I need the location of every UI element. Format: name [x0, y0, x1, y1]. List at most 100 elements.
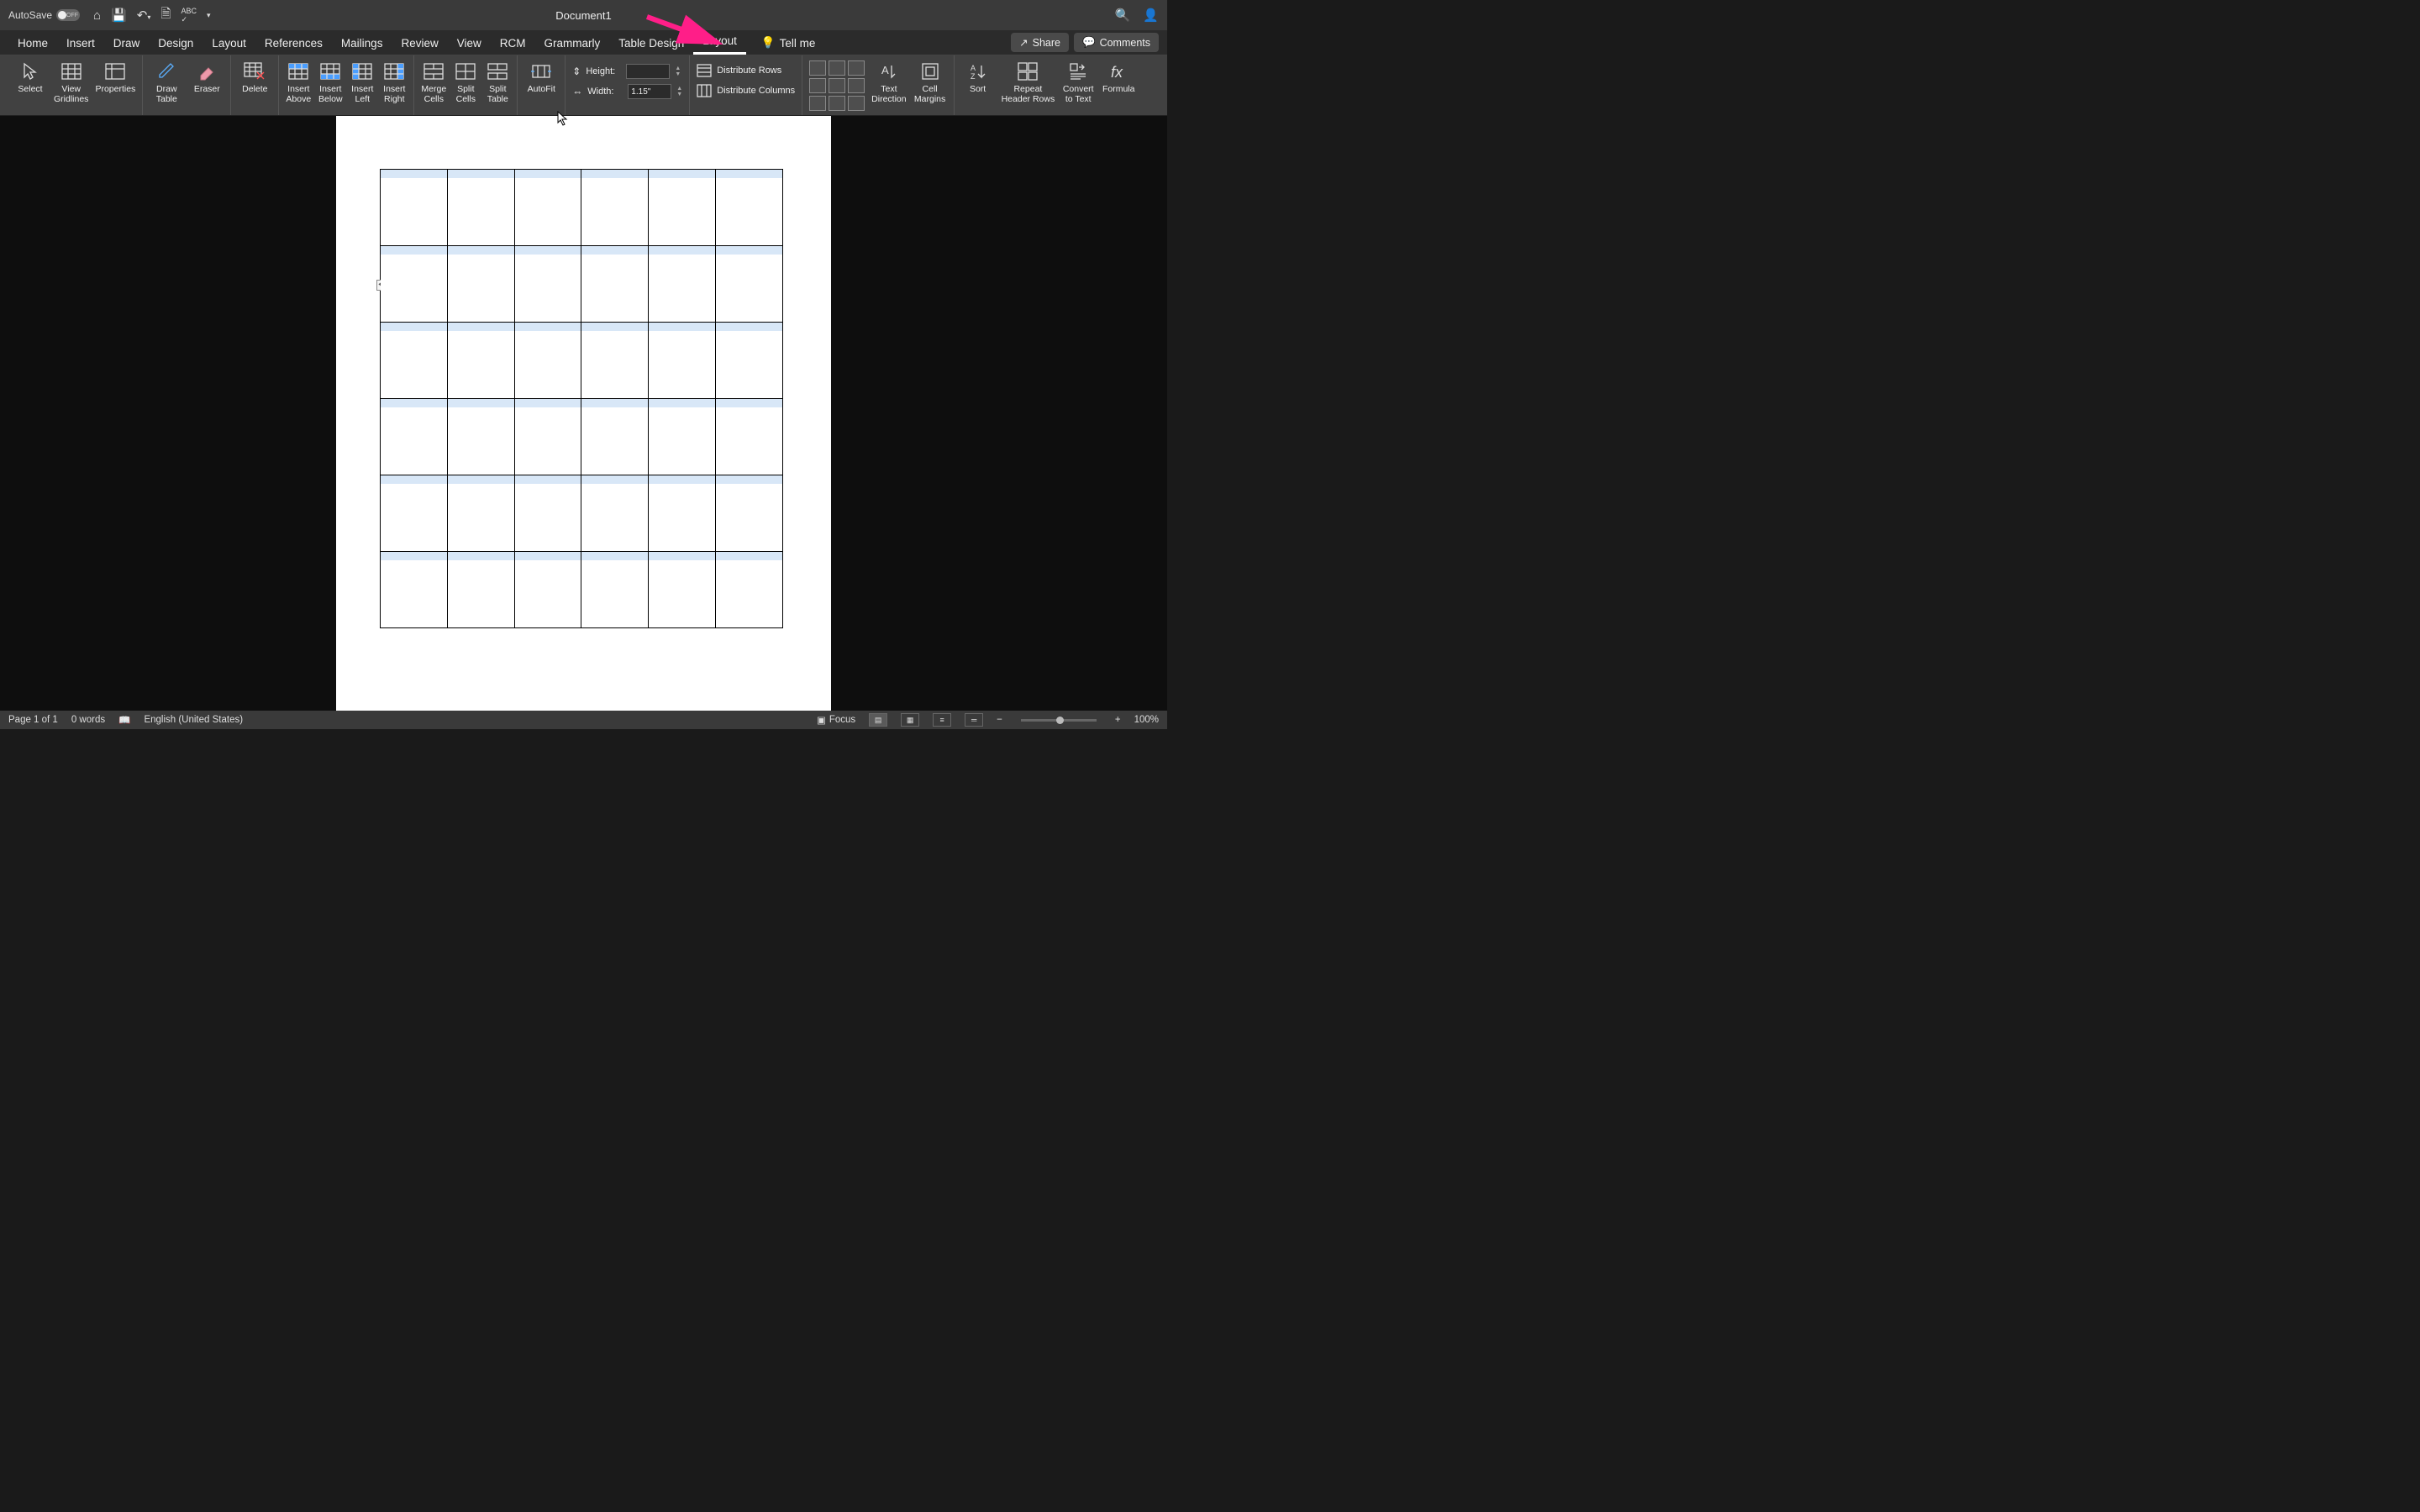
- toggle-off-icon[interactable]: OFF: [56, 9, 80, 21]
- table-cell[interactable]: [514, 170, 581, 246]
- zoom-in-button[interactable]: +: [1115, 715, 1121, 725]
- tab-table-layout[interactable]: Layout: [693, 29, 746, 55]
- table-cell[interactable]: [716, 399, 783, 475]
- view-gridlines-button[interactable]: View Gridlines: [54, 60, 88, 104]
- comments-button[interactable]: 💬 Comments: [1074, 33, 1159, 52]
- table-cell[interactable]: [649, 475, 716, 552]
- new-doc-icon[interactable]: 🗎: [160, 5, 171, 26]
- table-cell[interactable]: [381, 170, 448, 246]
- table-row[interactable]: [381, 246, 783, 323]
- insert-above-button[interactable]: Insert Above: [286, 60, 311, 104]
- tell-me[interactable]: 💡 Tell me: [753, 31, 824, 55]
- tab-layout[interactable]: Layout: [203, 32, 255, 55]
- account-icon[interactable]: 👤: [1143, 8, 1159, 23]
- tab-grammarly[interactable]: Grammarly: [535, 32, 610, 55]
- align-top-left-icon[interactable]: [809, 60, 826, 76]
- table-cell[interactable]: [581, 552, 649, 628]
- page-count[interactable]: Page 1 of 1: [8, 715, 58, 725]
- distribute-columns-button[interactable]: Distribute Columns: [697, 84, 795, 97]
- table-cell[interactable]: [649, 246, 716, 323]
- table-cell[interactable]: [447, 552, 514, 628]
- table-cell[interactable]: [447, 323, 514, 399]
- align-bottom-center-icon[interactable]: [829, 96, 845, 111]
- table-cell[interactable]: [381, 399, 448, 475]
- table-cell[interactable]: [716, 552, 783, 628]
- tab-review[interactable]: Review: [392, 32, 447, 55]
- table-cell[interactable]: [716, 170, 783, 246]
- zoom-out-button[interactable]: −: [997, 715, 1002, 725]
- table-cell[interactable]: [514, 552, 581, 628]
- share-button[interactable]: ↗ Share: [1011, 33, 1069, 52]
- table-cell[interactable]: [649, 552, 716, 628]
- table-cell[interactable]: [649, 399, 716, 475]
- table-row[interactable]: [381, 399, 783, 475]
- undo-icon[interactable]: ↶▾: [137, 8, 151, 23]
- cell-margins-button[interactable]: Cell Margins: [913, 60, 947, 104]
- table-cell[interactable]: [447, 170, 514, 246]
- merge-cells-button[interactable]: Merge Cells: [421, 60, 446, 104]
- table-cell[interactable]: [514, 246, 581, 323]
- properties-button[interactable]: Properties: [95, 60, 135, 95]
- table-cell[interactable]: [581, 246, 649, 323]
- table-cell[interactable]: [447, 399, 514, 475]
- tab-insert[interactable]: Insert: [57, 32, 104, 55]
- tab-mailings[interactable]: Mailings: [332, 32, 392, 55]
- table-cell[interactable]: [381, 475, 448, 552]
- align-bottom-right-icon[interactable]: [848, 96, 865, 111]
- word-count[interactable]: 0 words: [71, 715, 105, 725]
- web-layout-view-icon[interactable]: ▦: [901, 713, 919, 727]
- width-spinner[interactable]: ▲▼: [676, 86, 682, 97]
- align-top-right-icon[interactable]: [848, 60, 865, 76]
- table-cell[interactable]: [716, 246, 783, 323]
- table-cell[interactable]: [649, 170, 716, 246]
- alignment-grid[interactable]: [809, 60, 865, 111]
- tab-view[interactable]: View: [448, 32, 491, 55]
- repeat-header-rows-button[interactable]: Repeat Header Rows: [1002, 60, 1055, 104]
- sort-button[interactable]: AZ Sort: [961, 60, 995, 95]
- insert-right-button[interactable]: Insert Right: [381, 60, 407, 104]
- distribute-rows-button[interactable]: Distribute Rows: [697, 64, 795, 77]
- table-cell[interactable]: [649, 323, 716, 399]
- spellcheck-icon[interactable]: ABC✓: [181, 7, 197, 24]
- document-page[interactable]: ✥: [336, 116, 831, 711]
- home-icon[interactable]: ⌂: [93, 8, 101, 23]
- customize-qat-icon[interactable]: ▾: [207, 11, 211, 20]
- search-icon[interactable]: 🔍: [1115, 8, 1131, 23]
- align-middle-left-icon[interactable]: [809, 78, 826, 93]
- table-cell[interactable]: [447, 246, 514, 323]
- table-cell[interactable]: [381, 246, 448, 323]
- tab-home[interactable]: Home: [8, 32, 57, 55]
- table-cell[interactable]: [381, 552, 448, 628]
- autofit-button[interactable]: AutoFit: [524, 60, 558, 95]
- convert-to-text-button[interactable]: Convert to Text: [1061, 60, 1095, 104]
- insert-below-button[interactable]: Insert Below: [318, 60, 343, 104]
- language-status[interactable]: English (United States): [144, 715, 243, 725]
- document-table[interactable]: [380, 169, 783, 628]
- table-cell[interactable]: [581, 475, 649, 552]
- align-top-center-icon[interactable]: [829, 60, 845, 76]
- tab-table-design[interactable]: Table Design: [609, 32, 693, 55]
- height-input[interactable]: [626, 64, 670, 79]
- focus-mode-button[interactable]: ▣ Focus: [817, 714, 855, 726]
- tab-references[interactable]: References: [255, 32, 332, 55]
- draft-view-icon[interactable]: ═: [965, 713, 983, 727]
- width-input[interactable]: [628, 84, 671, 99]
- tab-draw[interactable]: Draw: [104, 32, 150, 55]
- tab-rcm[interactable]: RCM: [491, 32, 535, 55]
- align-middle-center-icon[interactable]: [829, 78, 845, 93]
- proofing-icon[interactable]: 📖: [118, 714, 130, 726]
- table-row[interactable]: [381, 170, 783, 246]
- eraser-button[interactable]: Eraser: [190, 60, 224, 95]
- text-direction-button[interactable]: A Text Direction: [871, 60, 906, 104]
- table-cell[interactable]: [514, 399, 581, 475]
- table-cell[interactable]: [514, 475, 581, 552]
- align-bottom-left-icon[interactable]: [809, 96, 826, 111]
- formula-button[interactable]: fx Formula: [1102, 60, 1135, 95]
- table-row[interactable]: [381, 475, 783, 552]
- table-cell[interactable]: [581, 170, 649, 246]
- save-icon[interactable]: 💾: [111, 8, 127, 23]
- table-row[interactable]: [381, 323, 783, 399]
- table-cell[interactable]: [581, 399, 649, 475]
- select-button[interactable]: Select: [13, 60, 47, 95]
- table-cell[interactable]: [716, 475, 783, 552]
